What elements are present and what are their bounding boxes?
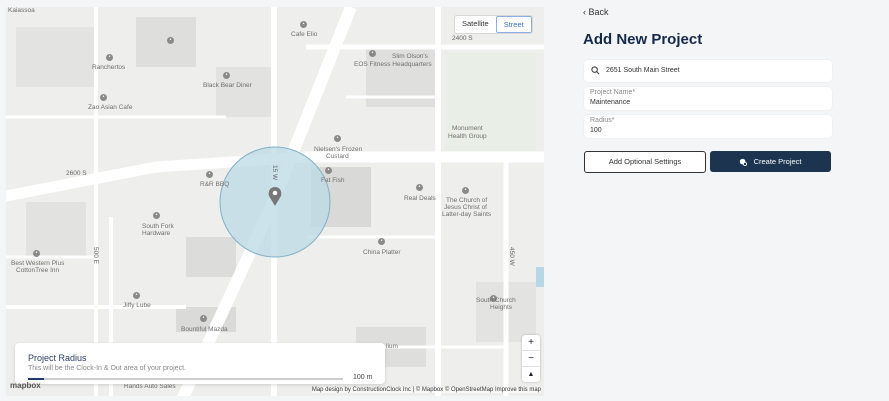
map-label: Slim Olson's — [392, 53, 428, 60]
zoom-in-button[interactable]: + — [522, 335, 540, 351]
poi-icon: • — [300, 21, 307, 28]
road-label: 450 W — [508, 247, 515, 266]
poi-icon: • — [206, 171, 213, 178]
poi-icon: • — [369, 50, 376, 57]
map-view[interactable]: 2600 S 2400 S 500 E 450 W 15 W Kaiassoa … — [6, 7, 544, 396]
map-label: Cafe Elio — [291, 31, 318, 38]
radius-card-description: This will be the Clock-In & Out area of … — [28, 365, 186, 372]
map-label: Hardware — [142, 230, 171, 237]
poi-icon: • — [33, 250, 40, 257]
map-label: Nielsen's Frozen — [314, 146, 363, 153]
poi-icon: • — [462, 187, 469, 194]
zoom-controls: + − ▲ — [522, 335, 540, 382]
chevron-left-icon: ‹ — [583, 7, 586, 17]
map-label: China Platter — [363, 249, 401, 256]
project-name-input[interactable]: Maintenance — [590, 99, 630, 106]
poi-icon: • — [378, 238, 385, 245]
poi-icon: • — [200, 315, 207, 322]
road-label: 500 E — [92, 247, 99, 264]
create-project-button[interactable]: Create Project — [710, 151, 831, 172]
road-label: 15 W — [271, 165, 278, 181]
page-title: Add New Project — [583, 31, 703, 48]
radius-label: Radius* — [590, 117, 615, 124]
map-label: Fat Fish — [321, 177, 345, 184]
map-label: Latter-day Saints — [442, 211, 492, 218]
project-name-label: Project Name* — [590, 89, 636, 96]
map-label: Best Western Plus — [11, 260, 65, 267]
poi-icon: • — [100, 94, 107, 101]
poi-icon: • — [167, 37, 174, 44]
map-label: Jiffy Lube — [123, 302, 151, 309]
back-label: Back — [588, 7, 609, 17]
add-optional-settings-button[interactable]: Add Optional Settings — [584, 151, 706, 173]
road-label: 2600 S — [66, 170, 87, 177]
search-input[interactable]: 2651 South Main Street — [606, 67, 680, 74]
map-label: Zao Asian Cafe — [88, 104, 133, 111]
map-label: R&R BBQ — [200, 181, 230, 188]
map-attribution[interactable]: Map design by ConstructionClock Inc | © … — [311, 387, 541, 393]
map-label: Custard — [326, 153, 349, 160]
project-icon — [740, 158, 748, 167]
map-label: Monument — [452, 125, 483, 132]
map-label: Heights — [490, 304, 513, 311]
radius-card-title: Project Radius — [28, 353, 87, 363]
poi-icon: • — [153, 212, 160, 219]
create-project-label: Create Project — [753, 157, 802, 166]
poi-icon: • — [416, 184, 423, 191]
radius-input[interactable]: 100 — [590, 127, 602, 134]
poi-icon: • — [334, 135, 341, 142]
poi-icon: • — [106, 54, 113, 61]
street-button[interactable]: Street — [495, 16, 532, 33]
radius-slider[interactable] — [28, 378, 343, 380]
poi-icon: • — [325, 167, 332, 174]
compass-button[interactable]: ▲ — [522, 367, 540, 382]
poi-icon: • — [223, 72, 230, 79]
map-label: Real Deals — [404, 195, 436, 202]
map-label: South Fork — [142, 223, 174, 230]
project-radius-card: Project Radius This will be the Clock-In… — [15, 343, 385, 384]
map-label: The Church of — [446, 197, 488, 204]
radius-slider-fill — [28, 378, 44, 380]
mapbox-logo: mapbox — [10, 381, 41, 390]
map-label: Bountiful Mazda — [181, 326, 228, 333]
map-label: Health Group — [448, 133, 487, 140]
map-style-toggle: Satellite Street — [454, 15, 533, 34]
map-label: EOS Fitness Headquarters — [354, 61, 432, 68]
address-search-field[interactable]: 2651 South Main Street — [584, 60, 832, 82]
search-icon — [591, 66, 600, 75]
project-name-field[interactable]: Project Name* Maintenance — [584, 87, 832, 110]
zoom-out-button[interactable]: − — [522, 351, 540, 367]
radius-slider-value: 100 m — [353, 374, 373, 381]
map-label: CottonTree Inn — [16, 267, 60, 274]
map-label: Jesus Christ of — [444, 204, 487, 211]
map-label: South Church — [476, 297, 516, 304]
map-label: Black Bear Diner — [203, 82, 252, 89]
map-label: Kaiassoa — [8, 7, 35, 14]
map-label: lium — [386, 343, 398, 350]
road-label: 2400 S — [452, 35, 473, 42]
map-label: Ranchertos — [92, 64, 126, 71]
satellite-button[interactable]: Satellite — [455, 16, 496, 33]
radius-field[interactable]: Radius* 100 — [584, 115, 832, 138]
back-link[interactable]: ‹ Back — [583, 7, 609, 17]
map-label: Rands Auto Sales — [124, 383, 176, 390]
poi-icon: • — [133, 292, 140, 299]
